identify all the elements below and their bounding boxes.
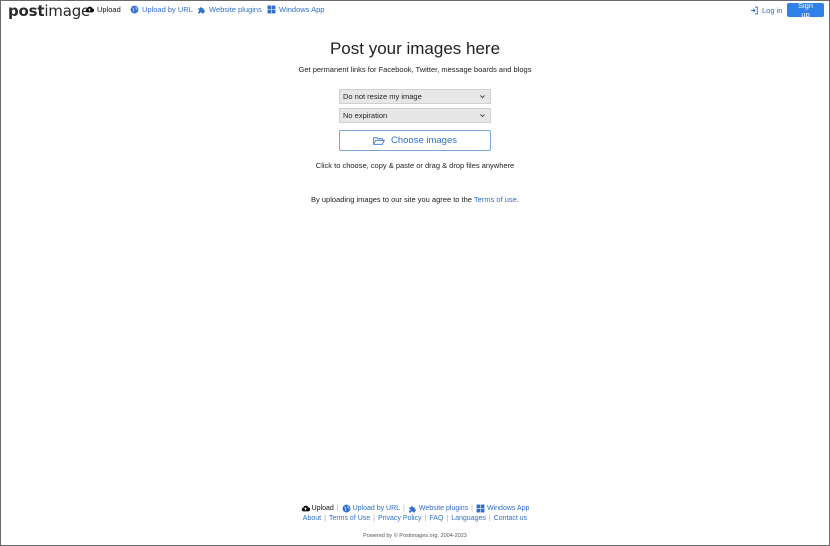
logo-text-post: post: [8, 2, 45, 20]
footer-about-link[interactable]: About: [303, 515, 321, 522]
nav-windows-app-label: Windows App: [279, 5, 325, 14]
separator: |: [446, 515, 449, 522]
choose-images-button[interactable]: Choose images: [339, 130, 491, 151]
footer-website-plugins[interactable]: Website plugins: [408, 504, 468, 513]
footer-languages-link[interactable]: Languages: [451, 515, 486, 522]
footer-terms-link[interactable]: Terms of Use: [329, 515, 370, 522]
footer-upload-label: Upload: [311, 505, 334, 512]
expiration-select[interactable]: No expiration: [339, 108, 491, 123]
page-subtitle: Get permanent links for Facebook, Twitte…: [298, 65, 532, 74]
nav-upload-by-url[interactable]: Upload by URL: [130, 5, 193, 14]
cloud-upload-icon: [301, 505, 310, 512]
puzzle-icon: [409, 506, 416, 513]
login-label: Log in: [762, 6, 783, 15]
nav-website-plugins-label: Website plugins: [209, 5, 262, 14]
page-title: Post your images here: [329, 39, 501, 58]
login-link[interactable]: Log in: [750, 6, 782, 15]
footer-upload[interactable]: Upload: [301, 504, 334, 513]
separator: |: [324, 515, 326, 522]
footer-upload-by-url[interactable]: Upload by URL: [342, 504, 400, 513]
resize-select[interactable]: Do not resize my image: [339, 89, 491, 104]
logo-text-image: image: [44, 2, 91, 20]
folder-open-icon: [373, 136, 385, 145]
powered-by: Powered by © Postimages.org, 2004-2023: [363, 533, 467, 539]
footer-links: About | Terms of Use | Privacy Policy | …: [1, 515, 829, 522]
upload-hint: Click to choose, copy & paste or drag & …: [315, 161, 515, 170]
signup-button[interactable]: Sign up: [787, 1, 824, 19]
cloud-upload-icon: [85, 6, 94, 13]
nav-upload-by-url-label: Upload by URL: [142, 5, 193, 14]
nav-website-plugins[interactable]: Website plugins: [197, 5, 262, 14]
chevron-down-icon: [480, 95, 485, 99]
separator: |: [424, 515, 427, 522]
globe-icon: [130, 5, 139, 14]
separator: |: [488, 515, 491, 522]
puzzle-icon: [198, 7, 205, 14]
expiration-select-value: No expiration: [343, 111, 388, 120]
footer-faq-link[interactable]: FAQ: [429, 515, 443, 522]
choose-images-label: Choose images: [390, 135, 457, 146]
nav-upload[interactable]: Upload: [85, 5, 121, 14]
terms-suffix: .: [516, 195, 519, 204]
footer-windows-app[interactable]: Windows App: [476, 504, 529, 513]
chevron-down-icon: [480, 114, 485, 118]
footer-windows-app-label: Windows App: [487, 505, 530, 512]
separator: |: [336, 505, 339, 512]
footer-website-plugins-label: Website plugins: [418, 505, 469, 512]
footer-nav: Upload | Upload by URL | Website plugins…: [1, 504, 829, 513]
terms-prefix: By uploading images to our site you agre…: [311, 195, 474, 204]
footer-contact-link[interactable]: Contact us: [494, 515, 527, 522]
globe-icon: [342, 504, 351, 513]
terms-agreement: By uploading images to our site you agre…: [1, 195, 829, 204]
footer-upload-by-url-label: Upload by URL: [352, 505, 401, 512]
top-navbar: postimage Upload Upload by URL Website p…: [1, 1, 829, 21]
nav-windows-app[interactable]: Windows App: [267, 5, 324, 14]
nav-upload-label: Upload: [97, 5, 121, 14]
separator: |: [373, 515, 375, 522]
separator: |: [471, 505, 473, 512]
footer-privacy-link[interactable]: Privacy Policy: [378, 515, 422, 522]
resize-select-value: Do not resize my image: [343, 92, 422, 101]
windows-icon: [476, 504, 485, 513]
terms-of-use-link[interactable]: Terms of use: [474, 195, 517, 204]
login-icon: [751, 6, 758, 15]
site-logo[interactable]: postimage: [8, 2, 90, 20]
windows-icon: [267, 5, 276, 14]
separator: |: [403, 505, 405, 512]
